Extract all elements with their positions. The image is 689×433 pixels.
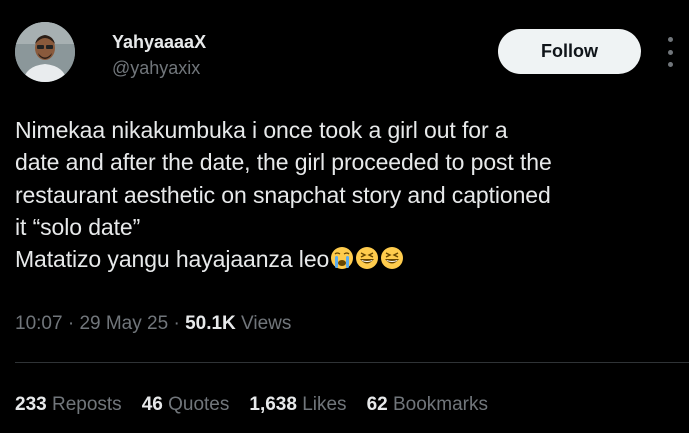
- reposts-stat[interactable]: 233 Reposts: [15, 394, 122, 415]
- author-handle[interactable]: @yahyaxix: [112, 58, 200, 79]
- grinning-squinting-face-icon: [356, 247, 379, 270]
- quotes-stat[interactable]: 46 Quotes: [142, 394, 230, 415]
- tweet-stats: 233 Reposts 46 Quotes 1,638 Likes 62 Bookma…: [15, 394, 508, 416]
- quotes-count: 46: [141, 394, 163, 415]
- tweet-line: restaurant aesthetic on snapchat story a…: [15, 181, 551, 208]
- bookmarks-label: Bookmarks: [392, 394, 489, 415]
- meta-separator: ·: [62, 313, 80, 334]
- divider: [15, 362, 689, 363]
- tweet-meta: 10:07 · 29 May 25 · 50.1K Views: [15, 313, 291, 335]
- tweet-line: it “solo date”: [15, 213, 141, 240]
- grinning-squinting-face-icon: [381, 247, 404, 270]
- tweet-line: date and after the date, the girl procee…: [15, 149, 552, 176]
- bookmarks-count: 62: [366, 394, 388, 415]
- bookmarks-stat[interactable]: 62 Bookmarks: [367, 394, 488, 415]
- avatar[interactable]: [15, 22, 75, 82]
- avatar-image: [15, 22, 75, 82]
- crying-face-icon: [331, 247, 354, 270]
- author-display-name[interactable]: YahyaaaaX: [112, 32, 206, 53]
- likes-count: 1,638: [249, 394, 297, 415]
- reposts-count: 233: [15, 394, 47, 415]
- likes-stat[interactable]: 1,638 Likes: [249, 394, 346, 415]
- likes-label: Likes: [302, 394, 347, 415]
- follow-button[interactable]: Follow: [498, 29, 641, 74]
- quotes-label: Quotes: [168, 394, 230, 415]
- views-count: 50.1K: [185, 313, 236, 334]
- reposts-label: Reposts: [51, 394, 122, 415]
- meta-separator: ·: [168, 313, 186, 334]
- tweet-line: Matatizo yangu hayajaanza leo: [15, 246, 330, 273]
- more-options-icon[interactable]: [664, 37, 676, 67]
- tweet-line: Nimekaa nikakumbuka i once took a girl o…: [15, 117, 508, 143]
- tweet-time[interactable]: 10:07: [15, 313, 63, 334]
- tweet-last-line: Matatizo yangu hayajaanza leo: [15, 243, 683, 275]
- tweet-text: Nimekaa nikakumbuka i once took a girl o…: [15, 114, 683, 275]
- tweet-date[interactable]: 29 May 25: [79, 313, 168, 334]
- views-label: Views: [235, 313, 292, 334]
